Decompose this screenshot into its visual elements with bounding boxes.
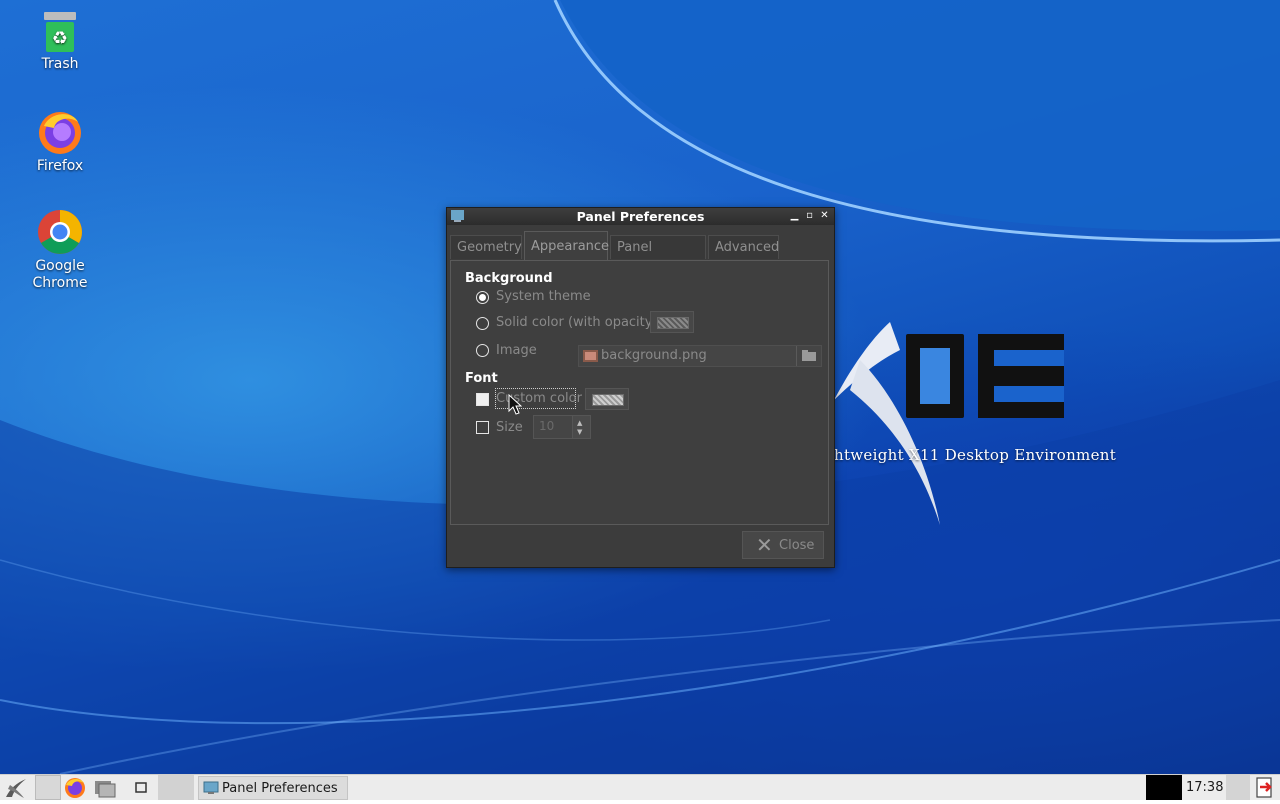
close-x-icon: ✕	[756, 533, 773, 557]
font-color-swatch-button[interactable]	[585, 388, 629, 410]
custom-color-checkbox[interactable]	[476, 393, 489, 406]
image-file-chooser[interactable]: background.png	[578, 345, 822, 367]
desktop-switch-button[interactable]	[35, 775, 61, 800]
desktop-icon-label: Firefox	[36, 158, 84, 174]
panel-preferences-dialog: Panel Preferences ▁ ▫ ✕ Geometry Appeara…	[446, 207, 835, 568]
trash-icon: ♻	[44, 12, 76, 52]
desktop-icon-chrome[interactable]: Google Chrome	[15, 208, 105, 292]
close-button-label: Close	[779, 538, 815, 553]
tab-advanced[interactable]: Advanced	[708, 235, 779, 259]
lxde-tagline: htweight X11 Desktop Environment	[834, 446, 1117, 464]
window-icon	[135, 782, 147, 793]
workspace-pager[interactable]	[158, 775, 194, 800]
system-theme-radio[interactable]	[476, 291, 489, 304]
file-manager-icon	[95, 781, 116, 798]
minimize-icon[interactable]: ▁	[789, 210, 800, 222]
appearance-panel: Background System theme Solid color (wit…	[450, 260, 829, 525]
font-size-value: 10	[539, 419, 555, 433]
desktop-icon-trash[interactable]: ♻ Trash	[15, 10, 105, 73]
firefox-icon	[65, 778, 85, 798]
chrome-icon	[38, 210, 82, 254]
folder-icon	[802, 350, 816, 361]
tab-panel-applets[interactable]: Panel Applets	[610, 235, 706, 279]
size-checkbox[interactable]	[476, 421, 489, 434]
panel-app-icon	[451, 210, 464, 222]
svg-text:♻: ♻	[52, 28, 68, 49]
spin-down-icon[interactable]: ▼	[577, 429, 582, 436]
desktop-icon-label: Google Chrome	[32, 258, 88, 291]
image-file-icon	[583, 350, 598, 362]
taskbar: Panel Preferences 17:38	[0, 774, 1280, 800]
lxde-menu-icon	[6, 779, 26, 798]
font-heading: Font	[465, 371, 498, 386]
taskbar-task-panel-preferences[interactable]: Panel Preferences	[198, 776, 348, 800]
solid-color-label[interactable]: Solid color (with opacity)	[496, 315, 658, 330]
close-button[interactable]: ✕ Close	[742, 531, 824, 559]
image-radio[interactable]	[476, 344, 489, 357]
solid-color-radio[interactable]	[476, 317, 489, 330]
tab-appearance[interactable]: Appearance	[524, 231, 609, 260]
panel-app-icon	[203, 781, 219, 794]
maximize-icon[interactable]: ▫	[804, 210, 815, 222]
taskbar-firefox-launcher[interactable]	[62, 775, 88, 800]
image-label[interactable]: Image	[496, 343, 537, 358]
task-label: Panel Preferences	[222, 781, 338, 796]
firefox-icon	[39, 112, 81, 154]
dialog-titlebar[interactable]: Panel Preferences ▁ ▫ ✕	[447, 208, 834, 225]
taskbar-file-manager-launcher[interactable]	[92, 775, 118, 800]
mouse-cursor-icon	[508, 394, 522, 415]
system-theme-label[interactable]: System theme	[496, 289, 591, 304]
logout-icon	[1256, 777, 1272, 798]
tab-geometry[interactable]: Geometry	[450, 235, 522, 259]
lxde-logo	[834, 322, 1064, 525]
cpu-monitor	[1146, 775, 1182, 800]
font-size-spinner[interactable]: 10 ▲ ▼	[533, 415, 591, 439]
logout-button[interactable]	[1252, 775, 1278, 800]
clock[interactable]: 17:38	[1186, 780, 1223, 795]
size-label[interactable]: Size	[496, 420, 523, 435]
start-menu-button[interactable]	[0, 775, 32, 800]
spin-up-icon[interactable]: ▲	[577, 420, 582, 427]
image-file-name: background.png	[601, 348, 707, 363]
solid-color-swatch-button[interactable]	[650, 311, 694, 333]
taskbar-terminal-launcher[interactable]	[128, 775, 154, 800]
close-icon[interactable]: ✕	[819, 210, 830, 222]
desktop-icon-label: Trash	[41, 56, 79, 72]
desktop-icon-firefox[interactable]: Firefox	[15, 108, 105, 175]
dialog-title: Panel Preferences	[576, 209, 705, 224]
tray-area[interactable]	[1226, 775, 1250, 800]
spinner-buttons[interactable]: ▲ ▼	[572, 416, 590, 438]
browse-folder-button[interactable]	[796, 346, 821, 366]
background-heading: Background	[465, 271, 553, 286]
